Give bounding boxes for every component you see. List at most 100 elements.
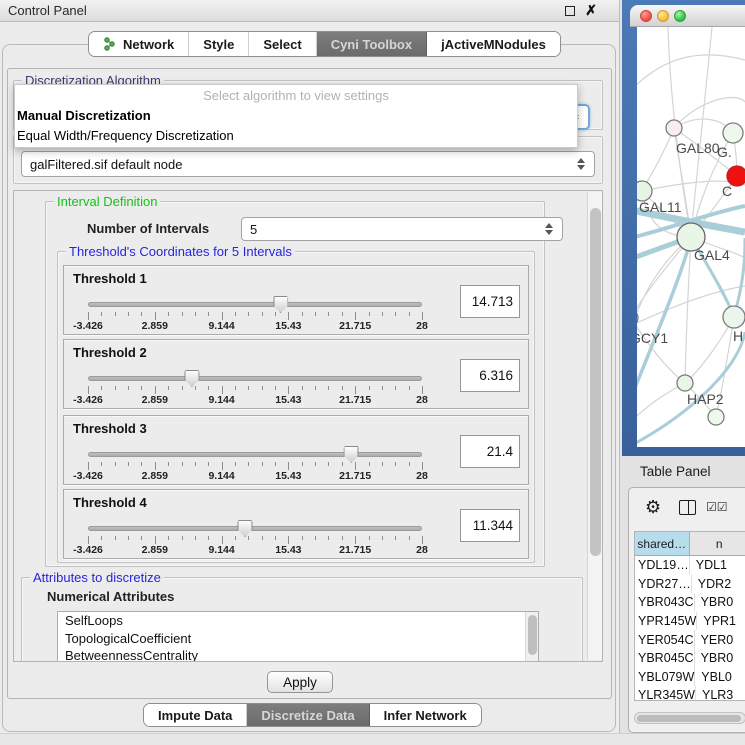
network-canvas[interactable]: GAL80 G. C GAL11 GAL4 GCY1 H HAP2: [637, 27, 745, 447]
node-hap2[interactable]: [677, 375, 693, 391]
threshold-4-value-field[interactable]: 11.344: [460, 509, 520, 542]
scrollbar-thumb[interactable]: [637, 715, 741, 722]
threshold-3-slider[interactable]: [88, 452, 422, 457]
table-row[interactable]: YBR045CYBR0: [635, 649, 745, 668]
node-h[interactable]: [723, 306, 745, 328]
table-row[interactable]: YLR345WYLR3: [635, 686, 745, 701]
table-row[interactable]: YBL079WYBL0: [635, 668, 745, 687]
dropdown-option-manual[interactable]: Manual Discretization: [15, 106, 577, 126]
tab-cyni-toolbox[interactable]: Cyni Toolbox: [317, 32, 427, 56]
tab-style[interactable]: Style: [189, 32, 249, 56]
tick-mark: [195, 462, 196, 466]
threshold-1-slider[interactable]: [88, 302, 422, 307]
tab-network[interactable]: Network: [89, 32, 189, 56]
table-data-combobox[interactable]: galFiltered.sif default node: [21, 151, 595, 177]
tick-mark: [369, 312, 370, 316]
tick-mark: [101, 386, 102, 390]
settings-scrollbar[interactable]: [587, 192, 602, 660]
split-columns-icon[interactable]: [679, 500, 696, 515]
node-gal11[interactable]: [637, 181, 652, 201]
column-header-name[interactable]: n: [690, 532, 745, 555]
tick-mark: [302, 312, 303, 316]
tick-mark: [182, 386, 183, 390]
table-row[interactable]: YBR043CYBR0: [635, 593, 745, 612]
table-row[interactable]: YDL19…YDL1: [635, 556, 745, 575]
list-item[interactable]: SelfLoops: [58, 612, 538, 630]
slider-thumb[interactable]: [184, 370, 199, 387]
threshold-2-slider[interactable]: [88, 376, 422, 381]
tick-mark: [235, 536, 236, 540]
list-item[interactable]: TopologicalCoefficient: [58, 630, 538, 648]
tick-mark: [235, 386, 236, 390]
node-gal80[interactable]: [666, 120, 682, 136]
num-intervals-spinner[interactable]: 5: [241, 217, 563, 241]
node-table[interactable]: shared… n YDL19…YDL1 YDR27…YDR2 YBR043CY…: [634, 531, 745, 701]
tick-mark: [155, 462, 156, 470]
close-icon[interactable]: ✗: [585, 2, 597, 19]
scrollbar-thumb[interactable]: [590, 208, 601, 556]
network-nodes[interactable]: [637, 120, 745, 425]
tab-infer-network[interactable]: Infer Network: [370, 704, 481, 726]
tick-mark: [288, 462, 289, 470]
minimize-traffic-light-icon[interactable]: [657, 10, 669, 22]
list-scrollbar[interactable]: [525, 612, 538, 662]
tab-impute-data[interactable]: Impute Data: [144, 704, 247, 726]
slider-tick-labels: -3.4262.8599.14415.4321.71528: [88, 544, 422, 556]
tick-mark: [355, 312, 356, 320]
tick-mark: [128, 386, 129, 390]
tab-discretize-data[interactable]: Discretize Data: [247, 704, 369, 726]
close-traffic-light-icon[interactable]: [640, 10, 652, 22]
label-hap2: HAP2: [687, 391, 724, 407]
numerical-attributes-list[interactable]: SelfLoops TopologicalCoefficient Between…: [57, 611, 539, 662]
tick-mark: [288, 312, 289, 320]
column-header-shared-name[interactable]: shared…: [635, 532, 690, 555]
table-panel-title: Table Panel: [640, 464, 711, 479]
tick-mark: [275, 312, 276, 316]
threshold-3-value-field[interactable]: 21.4: [460, 435, 520, 468]
node-bottom[interactable]: [708, 409, 724, 425]
table-row[interactable]: YPR145WYPR1: [635, 612, 745, 631]
threshold-4-slider[interactable]: [88, 526, 422, 531]
tick-mark: [128, 312, 129, 316]
tick-mark: [328, 536, 329, 540]
apply-button[interactable]: Apply: [267, 671, 333, 693]
bottom-tab-bar: Impute Data Discretize Data Infer Networ…: [143, 703, 482, 727]
table-row[interactable]: YER054CYER0: [635, 630, 745, 649]
slider-thumb[interactable]: [238, 520, 253, 537]
control-panel: Control Panel ✗ Network Style Select Cyn…: [0, 0, 620, 745]
tick-mark: [315, 536, 316, 540]
float-icon[interactable]: [565, 6, 575, 16]
gear-icon[interactable]: ⚙: [645, 498, 661, 516]
scrollbar-thumb[interactable]: [528, 615, 537, 655]
tab-jactivemnodules[interactable]: jActiveMNodules: [427, 32, 560, 56]
tick-mark: [168, 462, 169, 466]
select-columns-icon[interactable]: ☑☑: [706, 500, 728, 514]
interval-definition-title: Interval Definition: [54, 194, 160, 209]
slider-thumb[interactable]: [273, 296, 288, 313]
tick-mark: [101, 462, 102, 466]
slider-thumb[interactable]: [344, 446, 359, 463]
tick-mark: [155, 312, 156, 320]
table-row[interactable]: YDR27…YDR2: [635, 575, 745, 594]
threshold-2-value-field[interactable]: 6.316: [460, 359, 520, 392]
threshold-1-value-field[interactable]: 14.713: [460, 285, 520, 318]
node-top-right[interactable]: [723, 123, 743, 143]
tab-select[interactable]: Select: [249, 32, 316, 56]
tick-mark: [128, 462, 129, 466]
table-horizontal-scrollbar[interactable]: [634, 712, 745, 724]
tick-mark: [369, 536, 370, 540]
tick-mark: [342, 386, 343, 390]
dropdown-placeholder-option[interactable]: Select algorithm to view settings: [15, 85, 577, 106]
dropdown-option-equal-width[interactable]: Equal Width/Frequency Discretization: [15, 126, 577, 146]
list-item[interactable]: BetweennessCentrality: [58, 647, 538, 662]
zoom-traffic-light-icon[interactable]: [674, 10, 686, 22]
network-window-titlebar[interactable]: [630, 5, 745, 27]
tick-mark: [208, 462, 209, 466]
tick-mark: [128, 536, 129, 540]
tick-mark: [355, 462, 356, 470]
tick-mark: [342, 312, 343, 316]
tick-mark: [262, 462, 263, 466]
tick-mark: [369, 462, 370, 466]
tick-mark: [182, 312, 183, 316]
threshold-2-panel: Threshold 2 -3.4262.8599.14415.4321.7152…: [63, 339, 529, 409]
